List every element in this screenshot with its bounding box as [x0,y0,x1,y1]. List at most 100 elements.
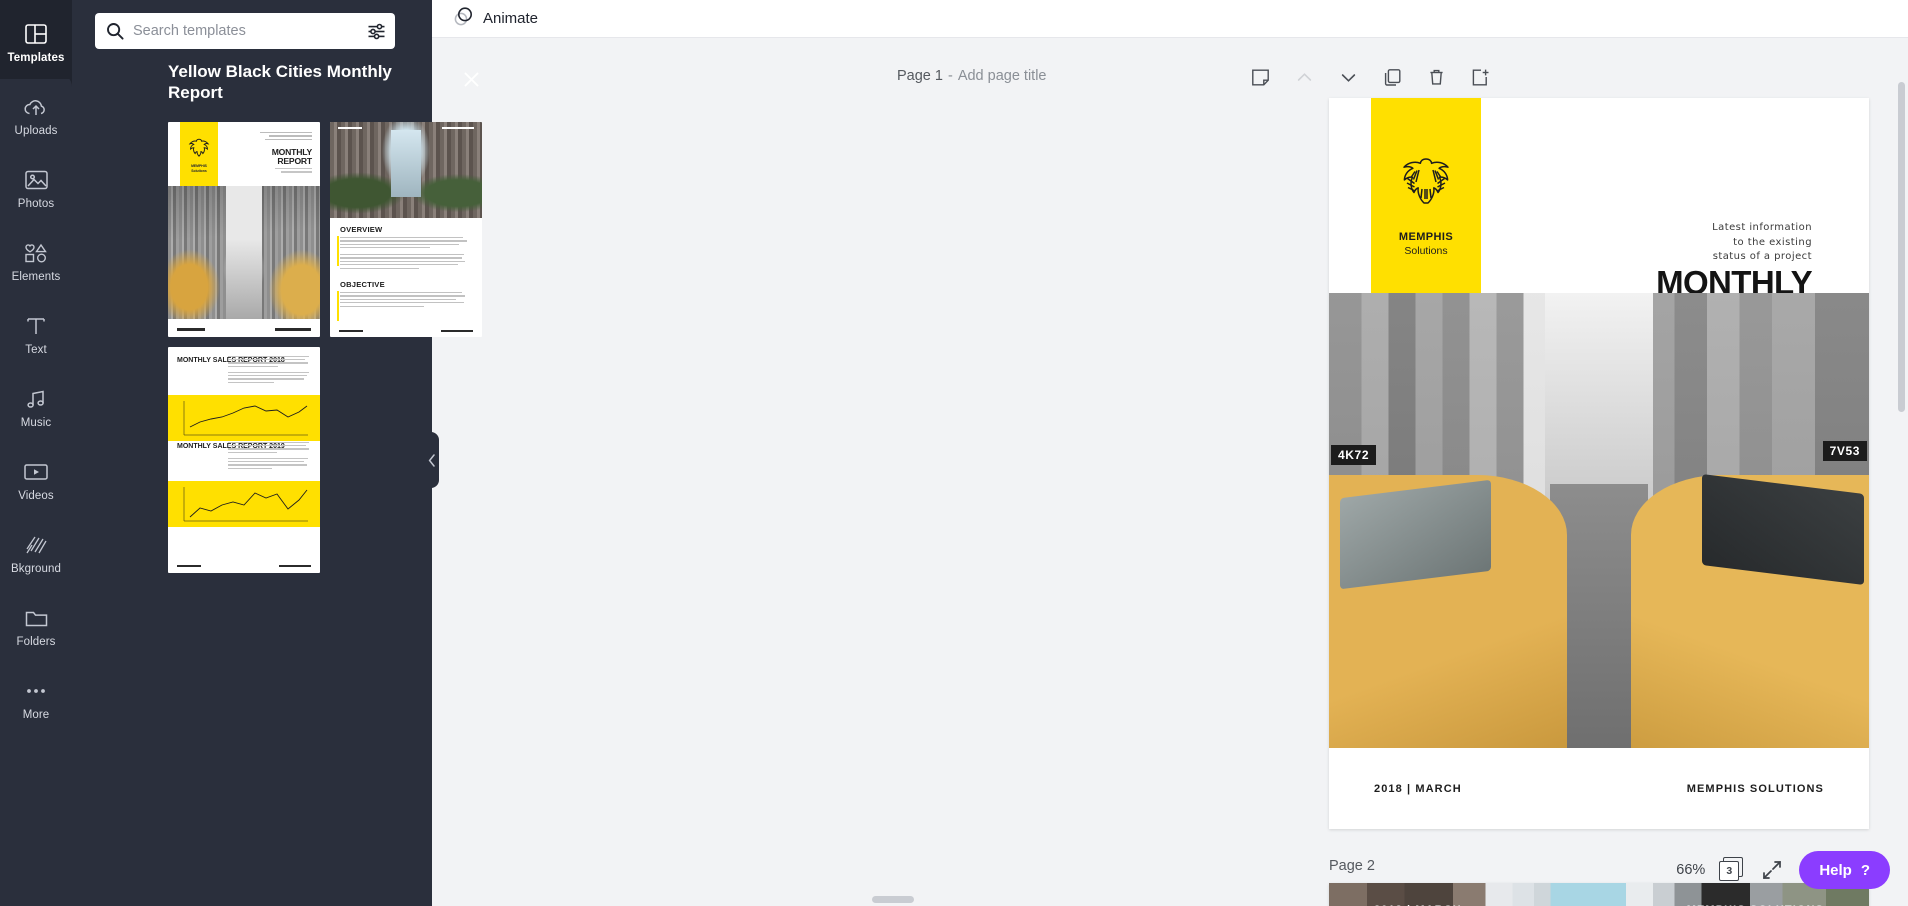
sidebar-item-templates[interactable]: Templates [0,6,72,79]
close-icon[interactable] [458,66,484,92]
sidebar-item-bkground[interactable]: Bkground [0,517,72,590]
thumb-heading: MONTHLY REPORT [271,147,312,167]
sidebar-item-elements[interactable]: Elements [0,225,72,298]
page-count-label: 3 [1726,865,1733,877]
horizontal-scrollbar[interactable] [872,896,914,903]
expand-arrows-icon[interactable] [1759,857,1785,883]
sidebar-item-videos[interactable]: Videos [0,444,72,517]
move-up-button[interactable] [1289,62,1319,92]
template-thumbnail-cover[interactable]: MEMPHIS Solutions MONTHLY REPORT [168,122,320,337]
animate-circles-icon [453,6,474,32]
template-thumbnail-overview[interactable]: OVERVIEW OBJECTIVE [330,122,482,337]
help-button[interactable]: Help ? [1799,851,1890,889]
thumb-brand: MEMPHIS Solutions [191,164,207,173]
photo-sky [1545,293,1653,512]
thumb-footer-left [177,564,201,567]
search-bar [95,13,395,49]
top-toolbar: Animate [432,0,1908,38]
thumb-street-photo [330,122,482,218]
doc-kicker-text: Latest information to the existing statu… [1712,222,1812,262]
add-page-button[interactable] [1465,62,1495,92]
eagle-logo-icon [188,138,210,157]
move-down-button[interactable] [1333,62,1363,92]
thumb-footer-right [441,329,473,332]
thumb-body-lines [340,292,468,309]
thumb-footer-left [339,329,363,332]
photo-icon [23,167,49,193]
page-title-input[interactable]: Add page title [958,68,1047,84]
thumb-section-objective: OBJECTIVE [340,280,385,289]
trash-icon [1429,69,1443,85]
doc-brand-line-1: MEMPHIS [1398,231,1454,243]
search-input[interactable] [133,23,359,39]
folder-icon [23,605,49,631]
thumb-footer-right [279,564,311,567]
animate-button[interactable]: Animate [449,2,546,36]
thumb-header-left [338,127,362,130]
notes-button[interactable] [1245,62,1275,92]
template-thumbnail-sales-charts[interactable]: MONTHLY SALES REPORT 2018 MONTHLY SALES … [168,347,320,573]
thumb-line-chart-2018 [168,395,320,441]
page-count-button[interactable]: 3 [1719,857,1745,883]
page-2-label: Page 2 [1329,858,1375,874]
copy-icon [1384,68,1400,86]
thumb-footer-left [177,328,205,331]
sidebar-item-label: Templates [7,52,65,64]
sidebar-item-photos[interactable]: Photos [0,152,72,225]
taxi-sign-right: 7V53 [1822,440,1867,461]
thumb-body-lines [228,442,312,471]
doc-yellow-band: MEMPHIS Solutions [1371,98,1481,293]
thumb-byline-lines [260,168,312,175]
help-label: Help [1819,861,1852,879]
search-icon [106,22,124,40]
page-title-separator: - [947,68,953,84]
thumb-kicker-lines [260,132,312,142]
duplicate-button[interactable] [1377,62,1407,92]
sidebar-item-music[interactable]: Music [0,371,72,444]
page-1-document[interactable]: MEMPHIS Solutions Latest information to … [1329,98,1869,829]
doc-footer: 2018 | MARCH MEMPHIS SOLUTIONS [1329,748,1869,829]
sidebar-item-label: Folders [16,636,56,648]
doc-taxi-photo: 4K72 7V53 [1329,293,1869,748]
filter-sliders-icon[interactable] [359,14,393,48]
panel-collapse-handle[interactable] [425,432,439,488]
delete-button[interactable] [1421,62,1451,92]
thumb-header-right [442,127,474,130]
thumb-accent-bar [337,291,339,321]
doc-cover-top: MEMPHIS Solutions Latest information to … [1329,98,1869,361]
music-note-icon [23,386,49,412]
photo-windshield-left [1339,479,1491,589]
sidebar-item-label: Bkground [10,563,62,575]
left-icon-rail: Templates Uploads Photos Elements Text M… [0,0,72,906]
taxi-sign-left: 4K72 [1331,445,1377,466]
sidebar-item-folders[interactable]: Folders [0,590,72,663]
sidebar-item-label: Photos [17,198,55,210]
vertical-scrollbar[interactable] [1898,82,1905,412]
doc-footer-left: 2018 | MARCH [1374,782,1462,795]
thumb-line-chart-2019 [168,481,320,527]
design-canvas: Page 1 - Add page title MEMPHIS Solution… [432,38,1908,906]
video-icon [23,459,49,485]
zoom-level-button[interactable]: 66% [1676,862,1705,878]
page-tools-toolbar [1245,62,1495,92]
sidebar-item-uploads[interactable]: Uploads [0,79,72,152]
doc-footer-right: MEMPHIS SOLUTIONS [1686,782,1824,795]
thumb-body-lines [228,356,312,385]
chevron-up-icon [1297,72,1311,81]
chevron-down-icon [1341,73,1355,82]
bottom-controls: 66% 3 Help ? [1676,851,1890,889]
sidebar-item-text[interactable]: Text [0,298,72,371]
sidebar-item-more[interactable]: More [0,663,72,736]
chevron-left-icon [428,453,435,467]
add-page-icon [1472,69,1488,85]
page-1-label: Page 1 [897,68,943,84]
sidebar-item-label: Music [20,417,52,429]
sticky-note-icon [1251,69,1269,85]
ellipsis-icon [23,678,49,704]
thumb-city-photo [168,186,320,319]
thumb-body-lines [340,237,468,271]
sidebar-item-label: Elements [11,271,61,283]
templates-panel: Yellow Black Cities Monthly Report MEMPH… [72,0,482,906]
eagle-logo-icon [1403,158,1449,204]
text-icon [23,313,49,339]
